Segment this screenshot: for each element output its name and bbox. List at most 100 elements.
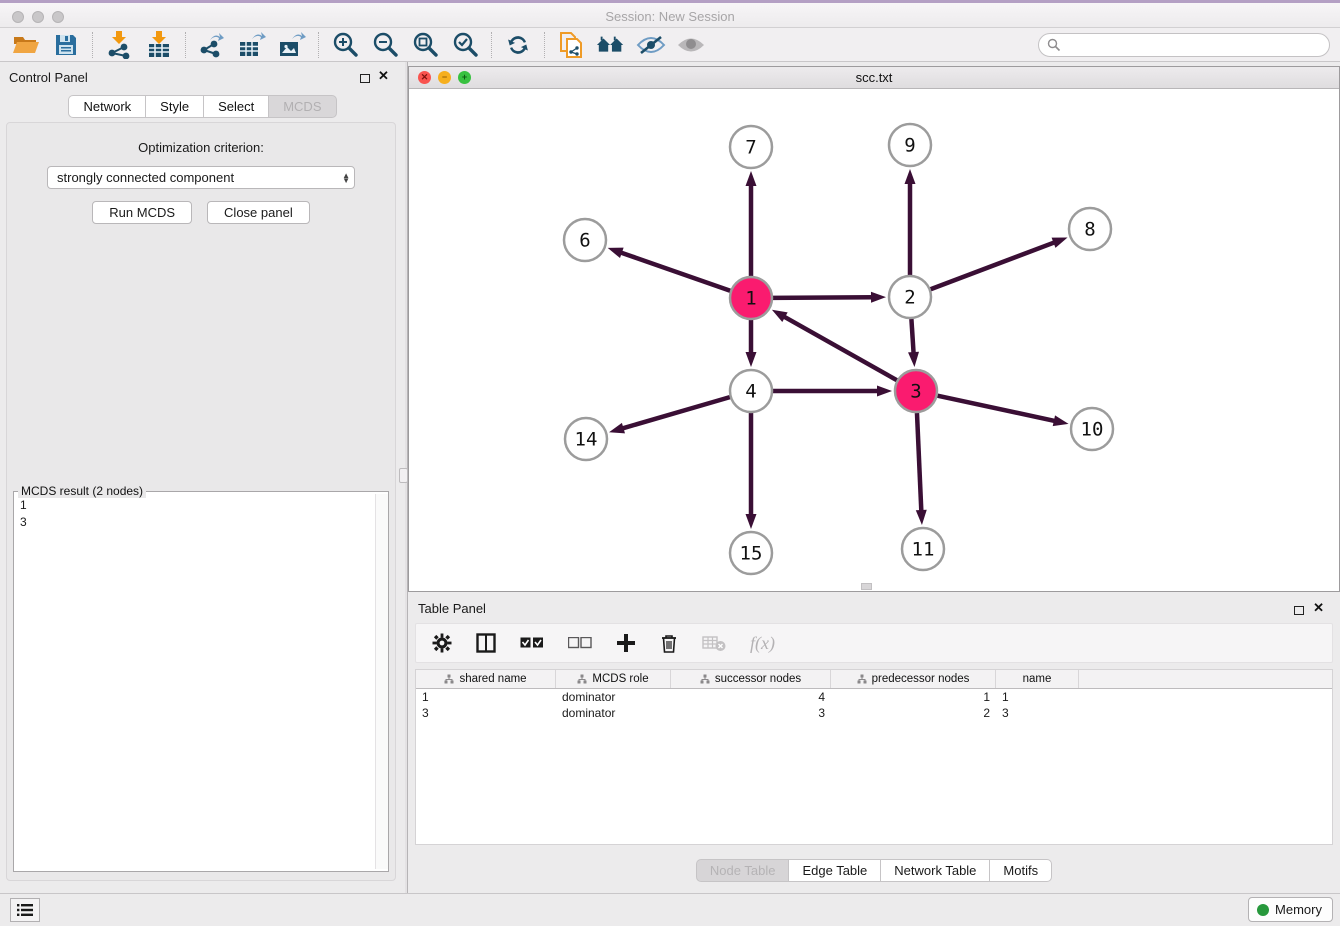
edge-2-3[interactable] [911,319,913,354]
export-table-icon[interactable] [237,31,267,59]
network-window-titlebar[interactable]: ✕ − + scc.txt [409,67,1339,89]
deselect-all-icon[interactable] [568,637,592,649]
cell-predecessor-nodes: 1 [831,690,996,704]
import-table-icon[interactable] [144,31,174,59]
arrowhead-icon [916,510,927,525]
network-from-selection-icon[interactable] [556,31,586,59]
control-panel: Control Panel ✕ Network Style Select MCD… [0,62,405,893]
apply-layout-icon[interactable] [503,31,533,59]
table-panel: Table Panel ✕ f(x) shared name [408,595,1340,890]
node-label-3: 3 [910,381,921,403]
table-row[interactable]: 1 dominator 4 1 1 [416,689,1332,705]
tab-edge-table[interactable]: Edge Table [788,859,880,882]
column-header-predecessor-nodes[interactable]: predecessor nodes [831,670,996,688]
function-builder-label: f(x) [750,633,775,654]
delete-column-icon[interactable] [660,633,678,653]
table-mode-gear-icon[interactable] [432,633,452,653]
select-stepper-icon: ▲▼ [342,173,350,183]
run-mcds-button[interactable]: Run MCDS [92,201,192,224]
tab-network-table[interactable]: Network Table [880,859,989,882]
table-header-row: shared name MCDS role successor nodes pr… [416,670,1332,689]
table-float-panel-icon[interactable] [1294,602,1304,620]
tab-mcds[interactable]: MCDS [268,95,336,118]
cell-mcds-role: dominator [556,690,671,704]
edge-4-14[interactable] [622,397,730,429]
result-scrollbar[interactable] [375,494,388,869]
select-all-icon[interactable] [520,637,544,649]
network-view-window: ✕ − + scc.txt 7968124314101511 [408,66,1340,592]
tree-icon [857,674,867,684]
network-resize-grip[interactable] [861,583,872,590]
column-header-successor-nodes[interactable]: successor nodes [671,670,831,688]
first-neighbors-icon[interactable] [596,31,626,59]
arrowhead-icon [1052,237,1068,247]
node-label-9: 9 [904,135,915,157]
optimization-criterion-select[interactable]: strongly connected component ▲▼ [47,166,355,189]
edge-3-1[interactable] [783,316,897,380]
import-network-icon[interactable] [104,31,134,59]
cell-name: 3 [996,706,1079,720]
export-image-icon[interactable] [277,31,307,59]
edge-3-10[interactable] [938,396,1056,422]
add-column-icon[interactable] [616,633,636,653]
column-header-mcds-role[interactable]: MCDS role [556,670,671,688]
show-columns-icon[interactable] [476,633,496,653]
node-label-15: 15 [740,543,763,565]
edge-1-2[interactable] [773,297,873,298]
tree-icon [700,674,710,684]
close-panel-button[interactable]: Close panel [207,201,310,224]
column-header-name[interactable]: name [996,670,1079,688]
tab-style[interactable]: Style [145,95,203,118]
divider-grip[interactable] [399,468,408,483]
arrowhead-icon [609,423,625,434]
zoom-fit-icon[interactable] [410,31,440,59]
node-label-1: 1 [745,288,756,310]
search-box[interactable] [1038,33,1330,57]
memory-status-icon [1257,904,1269,916]
table-tabs: Node Table Edge Table Network Table Moti… [408,859,1340,882]
tab-node-table[interactable]: Node Table [696,859,789,882]
show-all-icon[interactable] [676,31,706,59]
tab-motifs[interactable]: Motifs [989,859,1052,882]
save-session-icon[interactable] [51,31,81,59]
network-window-title: scc.txt [409,70,1339,85]
zoom-selected-icon[interactable] [450,31,480,59]
cell-mcds-role: dominator [556,706,671,720]
export-network-icon[interactable] [197,31,227,59]
edge-2-8[interactable] [931,242,1056,289]
task-history-button[interactable] [10,898,40,922]
search-input[interactable] [1061,38,1329,52]
edge-3-11[interactable] [917,413,921,512]
table-close-panel-icon[interactable]: ✕ [1313,603,1324,613]
node-table: shared name MCDS role successor nodes pr… [415,669,1333,845]
column-header-shared-name[interactable]: shared name [416,670,556,688]
zoom-out-icon[interactable] [370,31,400,59]
node-label-8: 8 [1084,219,1095,241]
network-canvas[interactable]: 7968124314101511 [409,89,1339,591]
tab-select[interactable]: Select [203,95,268,118]
tab-network[interactable]: Network [68,95,145,118]
cell-shared-name: 3 [416,706,556,720]
cell-name: 1 [996,690,1079,704]
edge-1-6[interactable] [620,252,730,291]
arrowhead-icon [608,248,624,258]
cell-shared-name: 1 [416,690,556,704]
mcds-result-text[interactable]: 1 3 [14,495,374,871]
open-session-icon[interactable] [11,31,41,59]
arrowhead-icon [908,352,919,367]
arrowhead-icon [746,352,757,367]
memory-button[interactable]: Memory [1248,897,1333,922]
tree-icon [444,674,454,684]
search-icon [1047,38,1061,52]
arrowhead-icon [905,169,916,184]
table-row[interactable]: 3 dominator 3 2 3 [416,705,1332,721]
result-line: 3 [20,514,368,531]
close-panel-icon[interactable]: ✕ [378,71,389,81]
float-panel-icon[interactable] [360,70,370,88]
cell-successor-nodes: 3 [671,706,831,720]
arrowhead-icon [871,292,886,303]
table-toolbar: f(x) [415,623,1333,663]
zoom-in-icon[interactable] [330,31,360,59]
mcds-panel-body: Optimization criterion: strongly connect… [6,122,396,881]
hide-selected-icon[interactable] [636,31,666,59]
